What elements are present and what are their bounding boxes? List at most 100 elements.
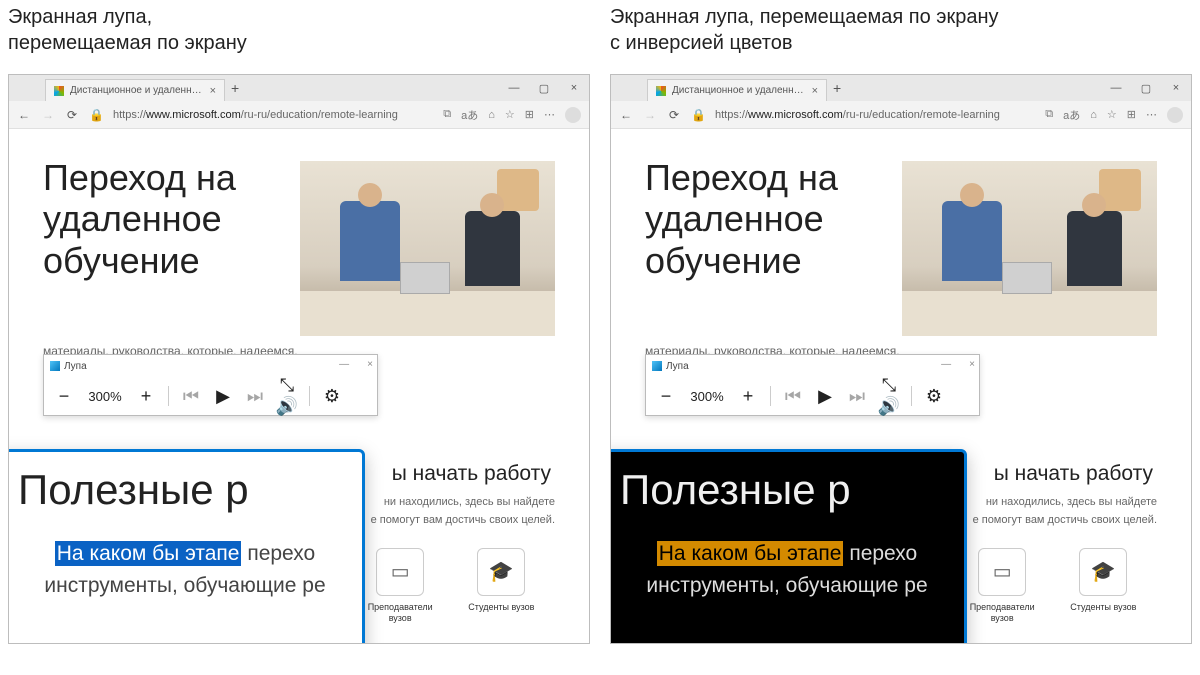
window-controls: — ▢ × (1101, 75, 1191, 101)
favicon-icon (656, 86, 666, 96)
browser-tab[interactable]: Дистанционное и удаленное о… × (45, 79, 225, 101)
role-tile-faculty[interactable]: ▭ Преподаватели вузов (957, 548, 1047, 625)
zoom-out-button[interactable]: − (654, 386, 678, 407)
minimize-button[interactable]: — (499, 75, 529, 101)
window-titlebar: Дистанционное и удаленное о… × + — ▢ × (9, 75, 589, 101)
forward-button[interactable]: → (41, 108, 55, 122)
caption-line: с инверсией цветов (610, 30, 1192, 56)
lens-highlight: На каком бы этапе (55, 541, 242, 566)
translate-icon[interactable]: аあ (461, 107, 478, 123)
browser-tab[interactable]: Дистанционное и удаленное о… × (647, 79, 827, 101)
student-icon: 🎓 (1079, 548, 1127, 596)
url-field[interactable]: https://www.microsoft.com/ru-ru/educatio… (113, 109, 433, 121)
magnifier-minimize-icon[interactable]: — (941, 359, 951, 370)
next-button[interactable]: ⏭ (243, 386, 267, 407)
right-example: Экранная лупа, перемещаемая по экрану с … (610, 0, 1192, 675)
lens-line-2: инструменты, обучающие ре (620, 570, 954, 602)
url-host: www.microsoft.com (146, 109, 241, 121)
left-example: Экранная лупа, перемещаемая по экрану Ди… (8, 0, 590, 675)
home-icon[interactable]: ⌂ (488, 109, 495, 121)
browser-window: Дистанционное и удаленное о… × + — ▢ × ←… (610, 74, 1192, 644)
address-bar: ← → ⟳ 🔒 https://www.microsoft.com/ru-ru/… (9, 101, 589, 129)
lens-highlight: На каком бы этапе (657, 541, 844, 566)
tab-title: Дистанционное и удаленное о… (70, 85, 204, 96)
menu-icon[interactable]: ⋯ (544, 108, 555, 121)
magnifier-minimize-icon[interactable]: — (339, 359, 349, 370)
lens-line-2: инструменты, обучающие ре (18, 570, 352, 602)
browser-window: Дистанционное и удаленное о… × + — ▢ × ←… (8, 74, 590, 644)
maximize-button[interactable]: ▢ (529, 75, 559, 101)
menu-icon[interactable]: ⋯ (1146, 108, 1157, 121)
home-icon[interactable]: ⌂ (1090, 109, 1097, 121)
settings-button[interactable]: ⚙ (922, 386, 946, 407)
lens-rest: перехо (843, 542, 917, 565)
role-label: Преподаватели вузов (355, 602, 445, 625)
profile-avatar[interactable] (1167, 107, 1183, 123)
maximize-button[interactable]: ▢ (1131, 75, 1161, 101)
magnifier-titlebar[interactable]: Лупа — × (44, 355, 377, 377)
separator (911, 386, 912, 406)
play-button[interactable]: ▶ (813, 386, 837, 407)
close-button[interactable]: × (559, 75, 589, 101)
window-controls: — ▢ × (499, 75, 589, 101)
favorites-icon[interactable]: ☆ (1107, 108, 1117, 121)
tab-close-icon[interactable]: × (210, 85, 216, 97)
page-title: Переход на удаленное обучение (645, 157, 892, 336)
magnifier-controls: − 300% + ⏮ ▶ ⏭ ⤡🔊 ⚙ (44, 377, 377, 415)
reader-icon[interactable]: ⧉ (443, 108, 451, 121)
magnifier-toolbar[interactable]: Лупа — × − 300% + ⏮ ▶ ⏭ ⤡🔊 ⚙ (645, 354, 980, 416)
back-button[interactable]: ← (619, 108, 633, 122)
magnifier-titlebar[interactable]: Лупа — × (646, 355, 979, 377)
lens-line-1: На каком бы этапе перехо (620, 538, 954, 570)
hero-image (300, 161, 555, 336)
role-label: Студенты вузов (468, 602, 534, 614)
new-tab-button[interactable]: + (833, 80, 841, 96)
next-button[interactable]: ⏭ (845, 386, 869, 407)
url-path: /ru-ru/education/remote-learning (843, 109, 1000, 121)
settings-button[interactable]: ⚙ (320, 386, 344, 407)
close-button[interactable]: × (1161, 75, 1191, 101)
magnifier-close-icon[interactable]: × (367, 359, 373, 370)
forward-button[interactable]: → (643, 108, 657, 122)
profile-avatar[interactable] (565, 107, 581, 123)
prev-button[interactable]: ⏮ (179, 386, 203, 407)
magnifier-toolbar[interactable]: Лупа — × − 300% + ⏮ ▶ ⏭ ⤡🔊 ⚙ (43, 354, 378, 416)
magnifier-lens-inverted[interactable]: Полезные р На каком бы этапе перехо инст… (610, 449, 967, 644)
faculty-icon: ▭ (978, 548, 1026, 596)
lens-heading: Полезные р (620, 466, 954, 514)
new-tab-button[interactable]: + (231, 80, 239, 96)
magnifier-app-icon (50, 361, 60, 371)
url-field[interactable]: https://www.microsoft.com/ru-ru/educatio… (715, 109, 1035, 121)
separator (770, 386, 771, 406)
toolbar-right: ⧉ аあ ⌂ ☆ ⊞ ⋯ (443, 107, 581, 123)
back-button[interactable]: ← (17, 108, 31, 122)
magnifier-close-icon[interactable]: × (969, 359, 975, 370)
window-titlebar: Дистанционное и удаленное о… × + — ▢ × (611, 75, 1191, 101)
refresh-button[interactable]: ⟳ (65, 108, 79, 122)
role-label: Преподаватели вузов (957, 602, 1047, 625)
collections-icon[interactable]: ⊞ (1127, 108, 1136, 121)
role-tile-students[interactable]: 🎓 Студенты вузов (1058, 548, 1148, 625)
refresh-button[interactable]: ⟳ (667, 108, 681, 122)
favorites-icon[interactable]: ☆ (505, 108, 515, 121)
page-title: Переход на удаленное обучение (43, 157, 290, 336)
collections-icon[interactable]: ⊞ (525, 108, 534, 121)
url-host: www.microsoft.com (748, 109, 843, 121)
zoom-out-button[interactable]: − (52, 386, 76, 407)
zoom-in-button[interactable]: + (736, 386, 760, 407)
reader-icon[interactable]: ⧉ (1045, 108, 1053, 121)
translate-icon[interactable]: аあ (1063, 107, 1080, 123)
minimize-button[interactable]: — (1101, 75, 1131, 101)
read-cursor-button[interactable]: ⤡🔊 (877, 375, 901, 417)
caption-line: Экранная лупа, (8, 4, 590, 30)
url-path: /ru-ru/education/remote-learning (241, 109, 398, 121)
role-tile-faculty[interactable]: ▭ Преподаватели вузов (355, 548, 445, 625)
play-button[interactable]: ▶ (211, 386, 235, 407)
zoom-in-button[interactable]: + (134, 386, 158, 407)
favicon-icon (54, 86, 64, 96)
role-tile-students[interactable]: 🎓 Студенты вузов (456, 548, 546, 625)
read-cursor-button[interactable]: ⤡🔊 (275, 375, 299, 417)
prev-button[interactable]: ⏮ (781, 386, 805, 407)
tab-close-icon[interactable]: × (812, 85, 818, 97)
magnifier-lens[interactable]: Полезные р На каком бы этапе перехо инст… (8, 449, 365, 644)
